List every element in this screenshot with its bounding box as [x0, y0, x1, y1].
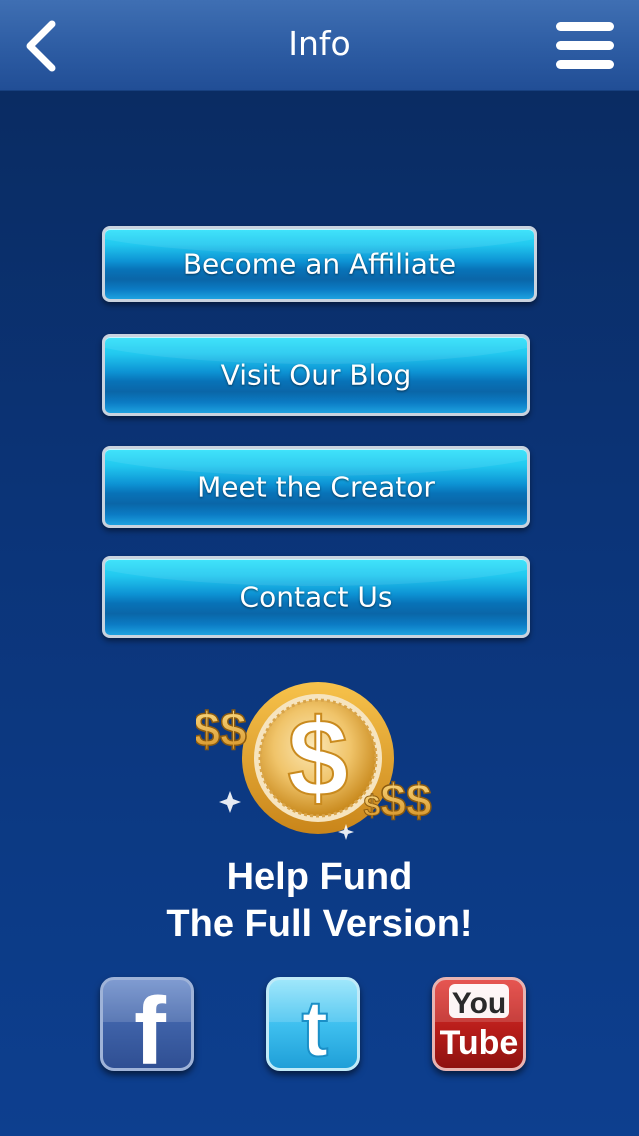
hamburger-bar	[556, 41, 614, 50]
help-fund-line1: Help Fund	[226, 856, 413, 898]
navigation-bar: Info	[0, 0, 639, 91]
twitter-icon: t	[301, 983, 330, 1068]
button-label: Contact Us	[239, 580, 393, 614]
become-affiliate-button[interactable]: Become an Affiliate	[102, 226, 537, 302]
button-label: Become an Affiliate	[182, 247, 457, 281]
help-fund-text: Help Fund The Full Version!	[0, 854, 639, 948]
youtube-tube: Tube	[440, 1024, 519, 1062]
facebook-letter: f	[134, 980, 167, 1068]
gold-dollar-coin-icon[interactable]: $ $$ $$ $	[196, 676, 442, 846]
svg-text:$$: $$	[380, 774, 431, 826]
youtube-button[interactable]: You Tube	[432, 977, 526, 1071]
svg-text:$: $	[287, 697, 348, 820]
help-fund-line2: The Full Version!	[166, 903, 473, 945]
youtube-you: You	[452, 987, 506, 1020]
button-label: Visit Our Blog	[220, 358, 412, 392]
twitter-button[interactable]: t	[266, 977, 360, 1071]
facebook-button[interactable]: f	[100, 977, 194, 1071]
twitter-letter: t	[302, 984, 329, 1068]
svg-text:$$: $$	[196, 704, 247, 757]
hamburger-menu-icon	[556, 22, 614, 31]
page-title: Info	[288, 24, 351, 63]
facebook-icon: f	[134, 980, 167, 1068]
youtube-icon: You Tube	[440, 984, 519, 1062]
button-label: Meet the Creator	[197, 470, 435, 504]
svg-text:$: $	[364, 790, 381, 823]
hamburger-bar	[556, 60, 614, 69]
meet-creator-button[interactable]: Meet the Creator	[102, 446, 530, 528]
menu-button[interactable]	[552, 20, 618, 72]
contact-us-button[interactable]: Contact Us	[102, 556, 530, 638]
visit-blog-button[interactable]: Visit Our Blog	[102, 334, 530, 416]
